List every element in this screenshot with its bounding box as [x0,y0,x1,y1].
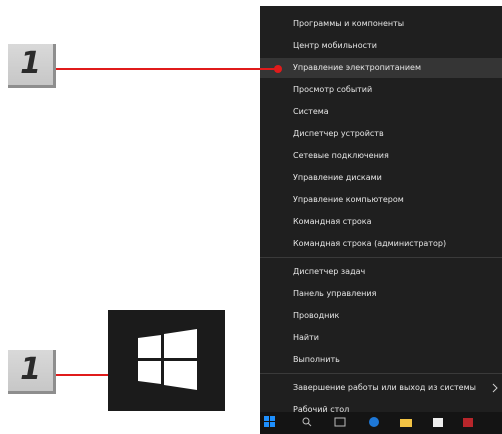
menu-item-label: Просмотр событий [293,85,373,94]
menu-item-label: Найти [293,333,319,342]
menu-item-search[interactable]: Найти [260,328,502,348]
search-icon[interactable] [302,416,312,428]
chevron-right-icon [492,378,498,401]
menu-item-label: Завершение работы или выход из системы [293,383,476,392]
menu-item-command-prompt[interactable]: Командная строка [260,212,502,232]
menu-item-command-prompt-admin[interactable]: Командная строка (администратор) [260,234,502,254]
store-icon[interactable] [432,416,444,428]
menu-item-control-panel[interactable]: Панель управления [260,284,502,304]
callout-number: 1 [20,46,41,81]
menu-item-label: Управление дисками [293,173,382,182]
explorer-icon[interactable] [400,416,412,428]
menu-item-network-connections[interactable]: Сетевые подключения [260,146,502,166]
menu-item-run[interactable]: Выполнить [260,350,502,370]
windows-start-tile[interactable] [108,310,225,411]
menu-item-label: Программы и компоненты [293,19,405,28]
menu-item-computer-management[interactable]: Управление компьютером [260,190,502,210]
app-icon[interactable] [462,416,474,428]
menu-item-power-options[interactable]: Управление электропитанием [260,58,502,78]
menu-item-label: Панель управления [293,289,377,298]
menu-item-system[interactable]: Система [260,102,502,122]
callout-badge-bottom: 1 [8,350,56,394]
windows-logo-icon [138,329,197,390]
menu-item-shutdown[interactable]: Завершение работы или выход из системы [260,378,502,398]
menu-item-disk-management[interactable]: Управление дисками [260,168,502,188]
menu-item-label: Командная строка [293,217,372,226]
menu-item-programs[interactable]: Программы и компоненты [260,14,502,34]
callout-badge-top: 1 [8,44,56,88]
menu-item-file-explorer[interactable]: Проводник [260,306,502,326]
menu-item-mobility-center[interactable]: Центр мобильности [260,36,502,56]
menu-item-label: Выполнить [293,355,340,364]
context-menu: Программы и компоненты Центр мобильности… [260,6,502,434]
menu-item-task-manager[interactable]: Диспетчер задач [260,262,502,282]
menu-separator [260,257,502,258]
menu-item-label: Управление компьютером [293,195,404,204]
callout-number: 1 [20,352,41,387]
edge-icon[interactable] [368,416,380,428]
menu-item-label: Диспетчер задач [293,267,366,276]
start-icon[interactable] [264,416,276,428]
menu-item-label: Проводник [293,311,340,320]
menu-item-label: Командная строка (администратор) [293,239,447,248]
menu-separator [260,373,502,374]
menu-item-label: Центр мобильности [293,41,377,50]
menu-item-label: Система [293,107,329,116]
task-view-icon[interactable] [334,416,346,428]
menu-item-label: Сетевые подключения [293,151,389,160]
menu-item-device-manager[interactable]: Диспетчер устройств [260,124,502,144]
callout-line-top [56,68,278,70]
menu-item-label: Управление электропитанием [293,63,421,72]
callout-dot-top [274,65,282,73]
menu-item-label: Диспетчер устройств [293,129,384,138]
menu-item-event-viewer[interactable]: Просмотр событий [260,80,502,100]
